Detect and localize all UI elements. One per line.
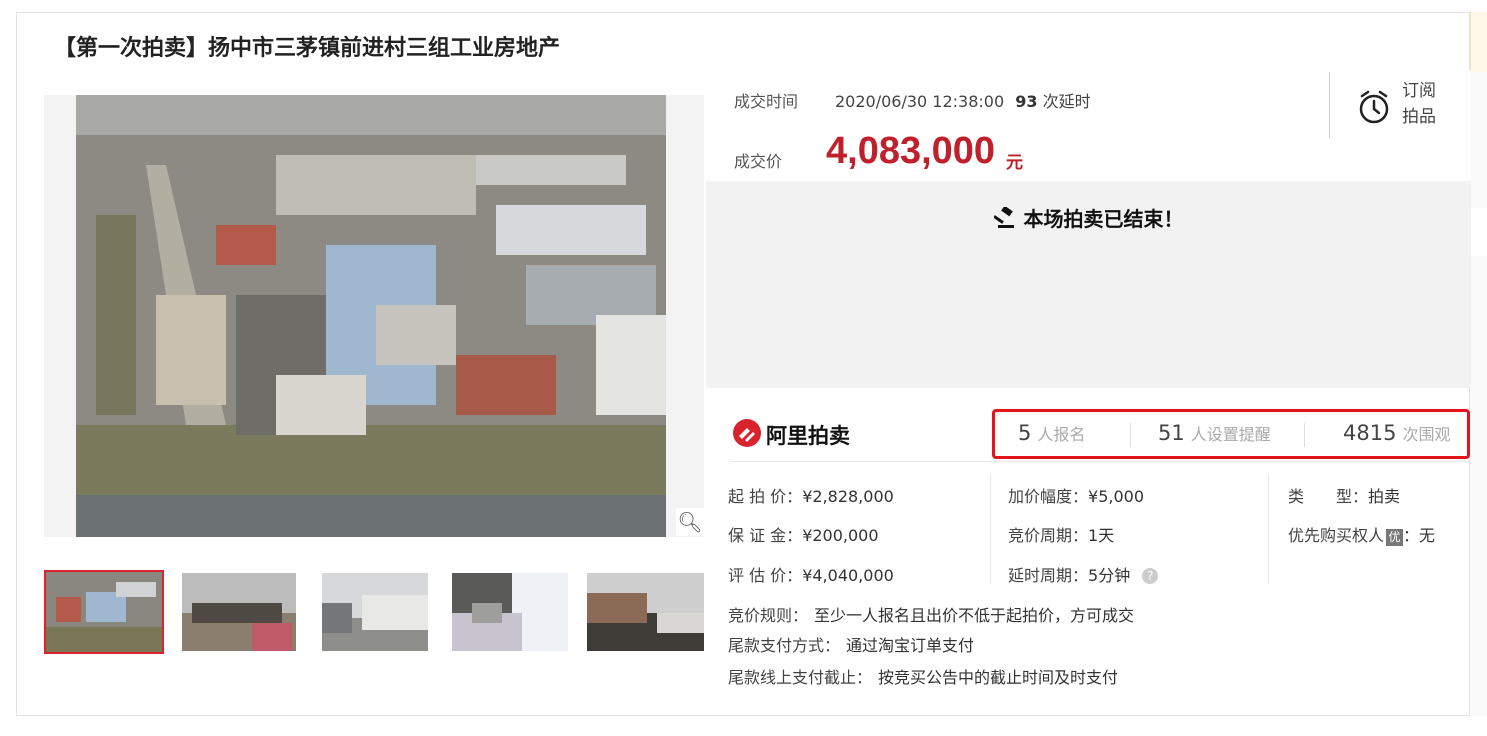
price-unit: 元 (1006, 153, 1023, 173)
rule-row: 尾款支付方式： 通过淘宝订单支付 (728, 632, 974, 656)
stat-registrations: 5 人报名 (1018, 421, 1085, 445)
stat-unit: 人报名 (1037, 425, 1086, 444)
brand-name: 阿里拍卖 (766, 424, 850, 448)
stat-number: 5 (1018, 421, 1032, 445)
thumbnail-1[interactable] (44, 570, 164, 654)
bid-cycle-label: 竞价周期： (1008, 526, 1089, 545)
deposit-row: 保 证 金：¥200,000 (728, 522, 879, 546)
stat-unit: 次围观 (1402, 425, 1451, 444)
stat-reminders: 51 人设置提醒 (1158, 421, 1271, 445)
stat-number: 4815 (1343, 421, 1397, 445)
rule-label: 尾款线上支付截止： (728, 668, 873, 687)
subscribe-line2: 拍品 (1402, 107, 1436, 127)
deal-time-value: 2020/06/30 12:38:00 93 次延时 (835, 88, 1091, 112)
subscribe-line1: 订阅 (1402, 81, 1436, 101)
deposit-label: 保 证 金： (728, 526, 803, 545)
auction-ended-message: 本场拍卖已结束！ (706, 203, 1471, 234)
rule-value: 按竞买公告中的截止时间及时支付 (878, 668, 1119, 687)
auction-ended-panel: 本场拍卖已结束！ (706, 181, 1471, 388)
main-photo (76, 95, 666, 537)
increment-label: 加价幅度： (1008, 487, 1089, 506)
thumbnail-4[interactable] (452, 573, 568, 651)
deal-time-label: 成交时间 (734, 92, 799, 111)
stat-separator (1304, 423, 1305, 447)
delay-count: 93 (1015, 92, 1038, 111)
page-title: 【第一次拍卖】扬中市三茅镇前进村三组工业房地产 (54, 36, 561, 61)
type-row: 类 型：拍卖 (1288, 483, 1400, 507)
stat-views: 4815 次围观 (1343, 421, 1450, 445)
ali-auction-logo (732, 418, 762, 450)
rule-row: 尾款线上支付截止： 按竞买公告中的截止时间及时支付 (728, 664, 1118, 688)
delay-cycle-label: 延时周期： (1008, 566, 1089, 585)
thumbnail-strip (44, 570, 704, 654)
thumbnail-3[interactable] (322, 573, 428, 651)
type-value: 拍卖 (1368, 487, 1401, 506)
divider (990, 474, 991, 584)
subscribe-button[interactable]: 订阅 拍品 (1402, 78, 1436, 130)
stat-unit: 人设置提醒 (1190, 425, 1271, 444)
ended-text: 本场拍卖已结束！ (1023, 207, 1184, 231)
sidebar-tab[interactable] (1470, 208, 1487, 256)
divider (1268, 474, 1269, 584)
priority-badge[interactable]: 优 (1386, 529, 1404, 546)
deal-price: 4,083,000 (826, 130, 996, 172)
divider (1329, 72, 1330, 138)
priority-row: 优先购买权人优：无 (1288, 522, 1435, 546)
help-icon[interactable]: ? (1142, 568, 1159, 584)
delay-cycle-row: 延时周期：5分钟? (1008, 562, 1159, 586)
price-label: 成交价 (734, 152, 783, 171)
rule-row: 竞价规则： 至少一人报名且出价不低于起拍价，方可成交 (728, 602, 1134, 626)
rule-label: 竞价规则： (728, 606, 809, 625)
start-price-row: 起 拍 价：¥2,828,000 (728, 483, 894, 507)
delay-cycle-value: 5分钟 (1088, 566, 1131, 585)
appraisal-row: 评 估 价：¥4,040,000 (728, 562, 894, 586)
alarm-clock-icon[interactable] (1357, 87, 1391, 127)
bid-cycle-value: 1天 (1088, 526, 1115, 545)
appraisal-label: 评 估 价： (728, 566, 803, 585)
sidebar-tab[interactable] (1470, 12, 1487, 72)
main-image[interactable] (44, 95, 704, 537)
increment-value: ¥5,000 (1088, 487, 1144, 506)
rule-value: 至少一人报名且出价不低于起拍价，方可成交 (814, 606, 1135, 625)
bid-cycle-row: 竞价周期：1天 (1008, 522, 1114, 546)
rule-value: 通过淘宝订单支付 (846, 636, 975, 655)
type-label: 类 型： (1288, 487, 1369, 506)
appraisal-value: ¥4,040,000 (802, 566, 894, 585)
priority-label: 优先购买权人 (1288, 526, 1385, 545)
deal-time: 2020/06/30 12:38:00 (835, 92, 1005, 111)
right-sidebar-strip (1470, 12, 1487, 716)
stat-number: 51 (1158, 421, 1185, 445)
start-price-value: ¥2,828,000 (802, 487, 894, 506)
zoom-icon[interactable]: 🔍︎ (676, 508, 704, 536)
delay-label: 次延时 (1042, 92, 1091, 111)
thumbnail-2[interactable] (182, 573, 296, 651)
priority-value: ：无 (1403, 526, 1436, 545)
rule-label: 尾款支付方式： (728, 636, 841, 655)
gavel-icon (992, 205, 1018, 234)
stat-separator (1130, 423, 1131, 447)
start-price-label: 起 拍 价： (728, 487, 803, 506)
divider (730, 461, 1470, 462)
increment-row: 加价幅度：¥5,000 (1008, 483, 1144, 507)
deposit-value: ¥200,000 (802, 526, 879, 545)
thumbnail-5[interactable] (587, 573, 704, 651)
